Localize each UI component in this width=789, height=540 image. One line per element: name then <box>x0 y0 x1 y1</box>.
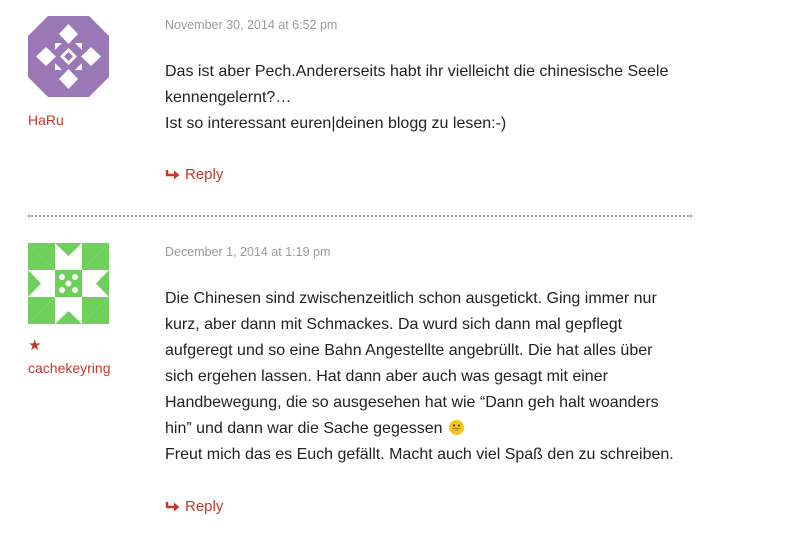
comment-text-part: Freut mich das es Euch gefällt. Macht au… <box>165 446 674 463</box>
grinning-face-icon <box>448 420 464 435</box>
comment-text-part: Die Chinesen sind zwischenzeitlich schon… <box>165 290 659 437</box>
author-name[interactable]: cachekeyring <box>28 360 111 376</box>
comment-author[interactable]: HaRu <box>28 108 112 132</box>
identicon-green <box>28 243 109 324</box>
reply-arrow-icon <box>165 169 180 179</box>
comment-text: Das ist aber Pech.Andererseits habt ihr … <box>165 63 669 132</box>
author-name[interactable]: HaRu <box>28 112 64 128</box>
reply-button[interactable]: Reply <box>165 166 223 183</box>
comment-content: Das ist aber Pech.Andererseits habt ihr … <box>165 59 705 137</box>
comment-date[interactable]: December 1, 2014 at 1:19 pm <box>165 245 330 259</box>
comment-text: Die Chinesen sind zwischenzeitlich schon… <box>165 286 705 468</box>
identicon-purple <box>28 16 109 97</box>
comment-content: Die Chinesen sind zwischenzeitlich schon… <box>165 286 705 468</box>
author-badge-star-icon: ★ <box>28 337 42 354</box>
avatar[interactable] <box>28 16 109 97</box>
comment-divider <box>28 215 692 217</box>
reply-label[interactable]: Reply <box>185 498 223 515</box>
reply-arrow-icon <box>165 501 180 511</box>
reply-button[interactable]: Reply <box>165 498 223 515</box>
reply-label[interactable]: Reply <box>185 166 223 183</box>
comment-date[interactable]: November 30, 2014 at 6:52 pm <box>165 18 337 32</box>
comment-author[interactable]: ★ cachekeyring <box>28 336 112 380</box>
avatar[interactable] <box>28 243 109 324</box>
